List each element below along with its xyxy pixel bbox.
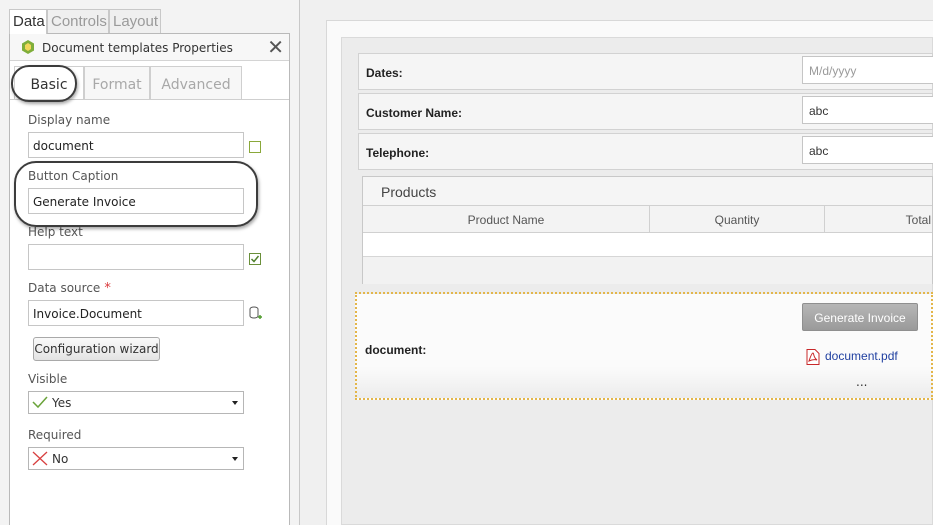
customer-name-label: Customer Name: xyxy=(366,106,463,120)
panel-header: Document templates Properties ✕ xyxy=(10,34,289,61)
products-title: Products xyxy=(363,177,932,206)
button-caption-label: Button Caption xyxy=(28,169,119,183)
customer-name-row: Customer Name: abc xyxy=(358,93,933,130)
column-product-name[interactable]: Product Name xyxy=(363,206,650,233)
tab-controls[interactable]: Controls xyxy=(47,9,109,33)
required-label: Required xyxy=(28,428,82,442)
help-text-input[interactable] xyxy=(28,244,244,270)
data-source-label-text: Data source xyxy=(28,281,101,295)
tab-data[interactable]: Data xyxy=(9,9,47,34)
close-icon[interactable]: ✕ xyxy=(267,37,284,57)
telephone-input[interactable]: abc xyxy=(802,136,933,164)
column-total[interactable]: Total xyxy=(825,206,933,233)
configuration-wizard-button[interactable]: Configuration wizard xyxy=(33,337,160,361)
data-source-label: Data source * xyxy=(28,281,111,296)
document-row[interactable]: document: Generate Invoice document.pdf … xyxy=(355,292,933,400)
required-select[interactable]: No xyxy=(28,447,244,470)
database-add-icon[interactable] xyxy=(249,306,263,324)
column-quantity[interactable]: Quantity xyxy=(650,206,825,233)
chevron-down-icon xyxy=(232,401,238,405)
display-name-input[interactable]: document xyxy=(28,132,244,158)
chevron-down-icon xyxy=(232,457,238,461)
display-name-label: Display name xyxy=(28,113,111,127)
telephone-row: Telephone: abc xyxy=(358,133,933,170)
properties-panel: Document templates Properties ✕ Basic Fo… xyxy=(9,33,290,525)
document-template-icon xyxy=(22,40,34,57)
pdf-icon xyxy=(806,349,820,368)
document-label: document: xyxy=(365,343,427,357)
tab-advanced[interactable]: Advanced xyxy=(150,66,242,100)
generate-invoice-button[interactable]: Generate Invoice xyxy=(802,303,918,331)
visible-value: Yes xyxy=(52,396,72,410)
dates-input[interactable]: M/d/yyyy xyxy=(802,56,933,84)
dates-row: Dates: M/d/yyyy xyxy=(358,53,933,90)
panel-title: Document templates Properties xyxy=(42,41,233,55)
tab-layout[interactable]: Layout xyxy=(109,9,161,33)
document-pdf-link[interactable]: document.pdf xyxy=(825,349,898,363)
cross-icon xyxy=(32,451,48,469)
telephone-label: Telephone: xyxy=(366,146,430,160)
required-star: * xyxy=(104,281,111,296)
checked-box-icon[interactable] xyxy=(249,253,261,268)
tab-divider xyxy=(10,99,289,100)
button-caption-input[interactable]: Generate Invoice xyxy=(28,188,244,214)
customer-name-input[interactable]: abc xyxy=(802,96,933,124)
products-header-row: Product Name Quantity Total xyxy=(363,206,932,233)
tab-basic[interactable]: Basic xyxy=(14,66,84,100)
checkmark-icon xyxy=(32,395,48,412)
tab-format[interactable]: Format xyxy=(84,66,150,100)
properties-sidebar: Data Controls Layout Document templates … xyxy=(0,0,300,525)
dates-label: Dates: xyxy=(366,66,403,80)
visible-select[interactable]: Yes xyxy=(28,391,244,414)
more-indicator: ... xyxy=(856,375,868,389)
products-footer xyxy=(363,256,932,284)
products-table: Products Product Name Quantity Total xyxy=(362,176,933,284)
checkbox-icon[interactable] xyxy=(249,141,261,156)
help-text-label: Help text xyxy=(28,225,83,239)
required-value: No xyxy=(52,452,69,466)
data-source-input[interactable]: Invoice.Document xyxy=(28,300,244,326)
visible-label: Visible xyxy=(28,372,68,386)
